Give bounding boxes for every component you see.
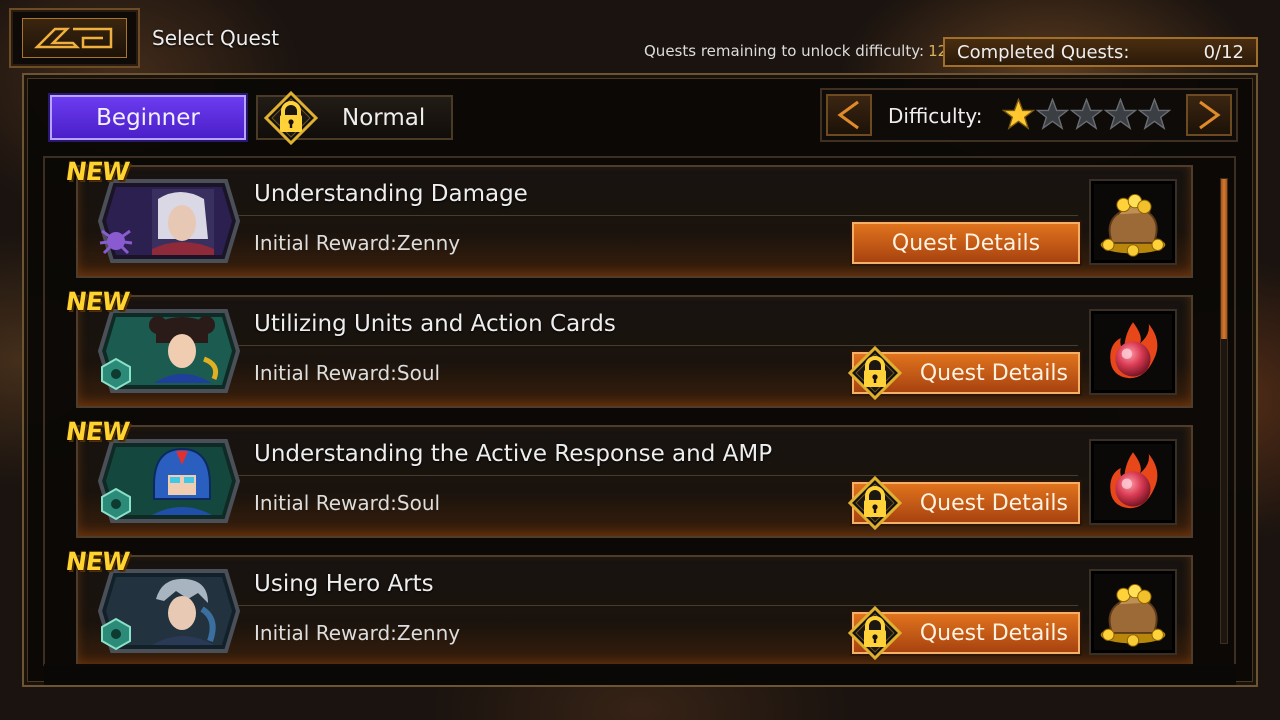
quest-details-button[interactable]: Quest Details <box>852 222 1080 264</box>
back-button[interactable] <box>9 8 140 68</box>
completed-value: 0/12 <box>1203 41 1244 63</box>
star-empty-icon <box>1104 98 1137 131</box>
difficulty-next-button[interactable] <box>1186 94 1232 136</box>
quest-reward-text: Initial Reward:Zenny <box>254 231 461 255</box>
reward-slot <box>1089 439 1177 525</box>
quest-title: Utilizing Units and Action Cards <box>254 311 616 337</box>
chevron-right-icon <box>1199 100 1221 130</box>
screen-title: Select Quest <box>152 26 280 50</box>
unlock-label: Quests remaining to unlock difficulty: <box>644 42 925 60</box>
chevron-left-icon <box>837 100 859 130</box>
divider <box>238 605 1078 606</box>
divider <box>238 475 1078 476</box>
difficulty-prev-button[interactable] <box>826 94 872 136</box>
quest-reward-text: Initial Reward:Zenny <box>254 621 461 645</box>
reward-slot <box>1089 569 1177 655</box>
new-badge: NEW <box>63 547 131 576</box>
quest-reward-text: Initial Reward:Soul <box>254 491 441 515</box>
quest-details-label: Quest Details <box>919 620 1068 646</box>
quest-details-label: Quest Details <box>919 490 1068 516</box>
scrollbar-thumb[interactable] <box>1221 179 1227 339</box>
soul-orb-icon <box>1098 447 1168 517</box>
quest-list-scrollbar[interactable] <box>1220 178 1228 644</box>
quest-item[interactable]: NEW Using Hero Arts Initial Reward:Zenny… <box>64 547 1193 668</box>
completed-quests-box: Completed Quests: 0/12 <box>943 37 1258 67</box>
star-empty-icon <box>1070 98 1103 131</box>
new-badge: NEW <box>63 287 131 316</box>
divider <box>238 215 1078 216</box>
new-badge: NEW <box>63 157 131 186</box>
tab-beginner[interactable]: Beginner <box>50 95 246 140</box>
quest-item[interactable]: NEW Understanding Damage Initial Reward:… <box>64 157 1193 278</box>
tab-normal-label: Normal <box>342 104 426 131</box>
difficulty-stars <box>1002 98 1171 131</box>
guild-emblem-icon <box>101 487 131 521</box>
unlock-requirement: Quests remaining to unlock difficulty: 12 <box>644 42 947 60</box>
quest-details-button[interactable]: Quest Details <box>852 352 1080 394</box>
zenny-bag-icon <box>1095 184 1171 260</box>
quest-item[interactable]: NEW Utilizing Units and Action Cards Ini… <box>64 287 1193 408</box>
divider <box>238 345 1078 346</box>
quest-details-button[interactable]: Quest Details <box>852 612 1080 654</box>
nero-portrait <box>97 569 240 653</box>
star-empty-icon <box>1138 98 1171 131</box>
tab-beginner-label: Beginner <box>96 104 200 131</box>
tab-normal[interactable]: Normal <box>256 95 453 140</box>
quest-reward-text: Initial Reward:Soul <box>254 361 441 385</box>
guild-emblem-icon <box>101 617 131 651</box>
quest-details-label: Quest Details <box>919 360 1068 386</box>
chun-li-portrait <box>97 309 240 393</box>
reward-slot <box>1089 179 1177 265</box>
quest-title: Using Hero Arts <box>254 571 434 597</box>
dante-portrait <box>97 179 240 263</box>
new-badge: NEW <box>63 417 131 446</box>
star-empty-icon <box>1036 98 1069 131</box>
list-bottom-mask <box>44 664 1236 687</box>
quest-title: Understanding the Active Response and AM… <box>254 441 773 467</box>
soul-orb-icon <box>1098 317 1168 387</box>
quest-details-label: Quest Details <box>891 230 1041 256</box>
guild-emblem-icon <box>101 357 131 391</box>
reward-slot <box>1089 309 1177 395</box>
quest-details-button[interactable]: Quest Details <box>852 482 1080 524</box>
mega-man-x-portrait <box>97 439 240 523</box>
lock-icon <box>264 91 318 145</box>
lock-icon <box>848 346 902 400</box>
lock-icon <box>848 476 902 530</box>
panel-bottom-border <box>22 685 1258 687</box>
difficulty-selector: Difficulty: <box>820 88 1238 142</box>
completed-label: Completed Quests: <box>957 41 1130 63</box>
difficulty-label: Difficulty: <box>888 104 983 128</box>
quest-item[interactable]: NEW Understanding the Active Response an… <box>64 417 1193 538</box>
quest-title: Understanding Damage <box>254 181 528 207</box>
lock-icon <box>848 606 902 660</box>
star-filled-icon <box>1002 98 1035 131</box>
game-logo-back-icon <box>22 18 127 58</box>
zenny-bag-icon <box>1095 574 1171 650</box>
